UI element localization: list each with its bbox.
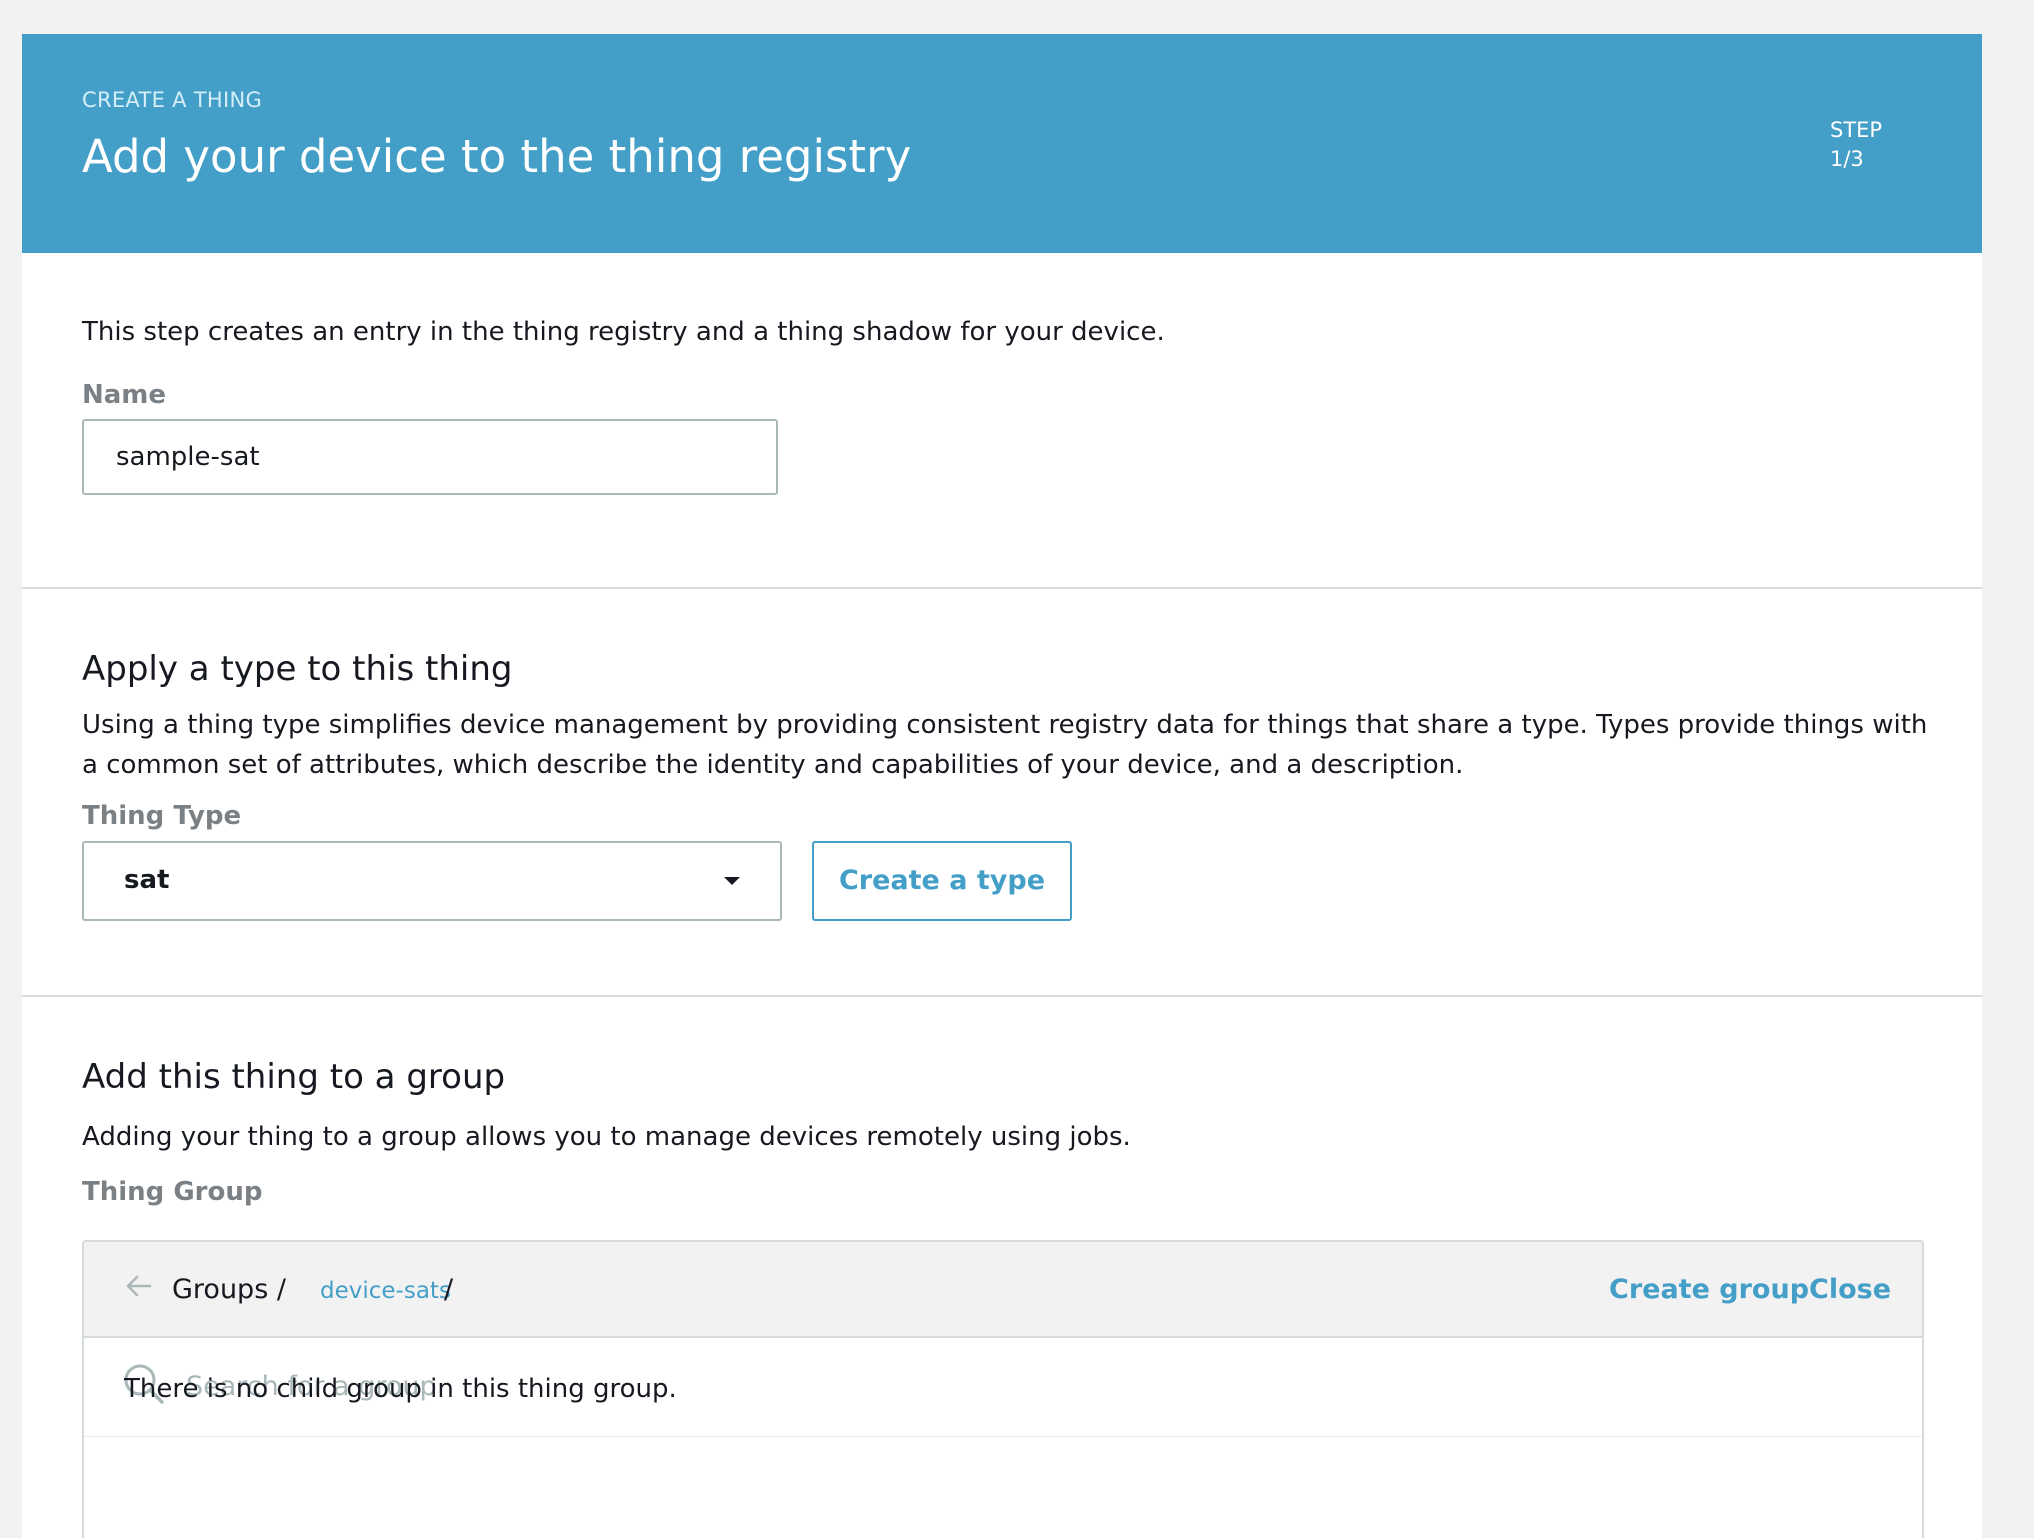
caret-down-icon — [724, 877, 740, 885]
type-section-description: Using a thing type simplifies device man… — [82, 710, 1928, 780]
close-button[interactable]: Close — [1809, 1274, 1891, 1305]
thing-type-select[interactable]: sat — [82, 841, 782, 921]
create-group-button[interactable]: Create group — [1609, 1274, 1809, 1305]
breadcrumb-current-group[interactable]: device-sats — [320, 1278, 451, 1304]
thing-group-label: Thing Group — [82, 1177, 263, 1207]
intro-text: This step creates an entry in the thing … — [82, 317, 1165, 347]
thing-type-label: Thing Type — [82, 801, 242, 831]
step-value: 1/3 — [1830, 147, 1864, 171]
page-eyebrow: CREATE A THING — [82, 88, 263, 112]
name-input[interactable]: sample-sat — [82, 419, 778, 495]
group-browser: Groups / device-sats / Create group Clos… — [82, 1240, 1924, 1538]
group-section-title: Add this thing to a group — [82, 1057, 506, 1097]
empty-group-message: There is no child group in this thing gr… — [124, 1374, 677, 1404]
group-section-description: Adding your thing to a group allows you … — [82, 1122, 1131, 1152]
thing-type-value: sat — [124, 865, 170, 895]
page-header: CREATE A THING Add your device to the th… — [22, 34, 1982, 253]
group-browser-header: Groups / device-sats / Create group Clos… — [84, 1242, 1922, 1338]
breadcrumb-groups[interactable]: Groups / — [172, 1274, 286, 1305]
name-label: Name — [82, 380, 167, 410]
step-indicator: STEP 1/3 — [1830, 116, 1882, 174]
breadcrumb-separator: / — [444, 1274, 454, 1305]
group-section: Add this thing to a group Adding your th… — [22, 997, 1982, 1538]
arrow-left-icon[interactable] — [122, 1270, 154, 1302]
step-label: STEP — [1830, 118, 1883, 142]
type-section-title: Apply a type to this thing — [82, 649, 513, 689]
create-thing-panel: CREATE A THING Add your device to the th… — [22, 34, 1982, 1538]
create-type-button[interactable]: Create a type — [812, 841, 1072, 921]
name-section: This step creates an entry in the thing … — [22, 253, 1982, 589]
page-title: Add your device to the thing registry — [82, 130, 912, 183]
type-section: Apply a type to this thing Using a thing… — [22, 589, 1982, 997]
